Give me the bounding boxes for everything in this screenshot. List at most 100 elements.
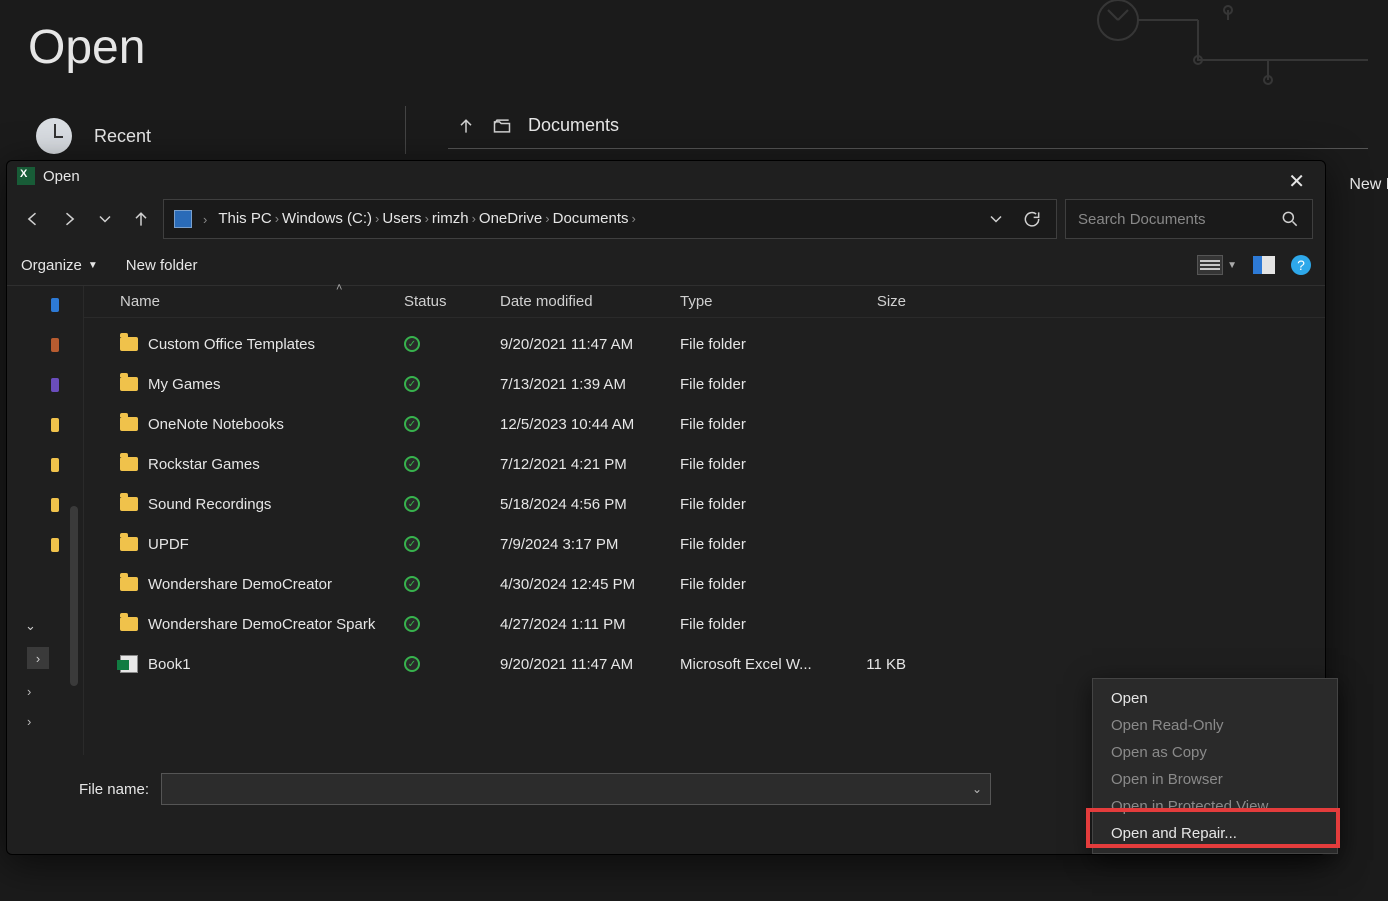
sync-ok-icon: ✓ <box>404 536 420 552</box>
file-row[interactable]: Sound Recordings✓5/18/2024 4:56 PMFile f… <box>84 484 1325 524</box>
file-row[interactable]: Wondershare DemoCreator Spark ✓ 4/27/2024 … <box>84 604 1325 644</box>
drive-icon <box>174 210 192 228</box>
col-status[interactable]: Status <box>404 293 500 310</box>
file-row[interactable]: Rockstar Games✓7/12/2021 4:21 PMFile fol… <box>84 444 1325 484</box>
file-name: My Games <box>148 376 221 393</box>
organize-button[interactable]: Organize▼ <box>21 257 98 274</box>
back-button[interactable] <box>19 205 47 233</box>
sync-ok-icon: ✓ <box>404 576 420 592</box>
clock-icon <box>36 118 72 154</box>
file-name: Sound Recordings <box>148 496 271 513</box>
file-type: File folder <box>680 536 828 553</box>
up-button[interactable] <box>127 205 155 233</box>
menu-item-open-and-repair[interactable]: Open and Repair... <box>1093 820 1337 847</box>
list-view-icon <box>1197 255 1223 275</box>
tree-expander-1[interactable]: › <box>27 684 31 699</box>
tree-collapse-icon[interactable]: ⌄ <box>25 618 36 634</box>
tree-item-stub[interactable] <box>51 298 59 312</box>
file-name-input[interactable]: ⌄ <box>161 773 991 805</box>
sync-ok-icon: ✓ <box>404 416 420 432</box>
folder-icon <box>120 417 138 431</box>
tree-item-stub[interactable] <box>51 418 59 432</box>
chevron-right-icon[interactable]: › <box>425 211 429 226</box>
search-input[interactable]: Search Documents <box>1065 199 1313 239</box>
file-date: 7/13/2021 1:39 AM <box>500 376 680 393</box>
file-type: File folder <box>680 616 828 633</box>
file-row[interactable]: Wondershare DemoCreator✓4/30/2024 12:45 … <box>84 564 1325 604</box>
chevron-right-icon[interactable]: › <box>472 211 476 226</box>
file-name: Wondershare DemoCreator Spark <box>148 616 375 633</box>
sync-ok-icon: ✓ <box>404 616 420 632</box>
file-date: 9/20/2021 11:47 AM <box>500 336 680 353</box>
col-name[interactable]: Name <box>84 293 404 310</box>
breadcrumb-segment[interactable]: This PC <box>218 210 271 227</box>
file-row[interactable]: My Games✓7/13/2021 1:39 AMFile folder <box>84 364 1325 404</box>
location-header[interactable]: Documents <box>456 115 619 136</box>
folder-icon <box>120 617 138 631</box>
menu-item-open-as-copy: Open as Copy <box>1093 739 1337 766</box>
file-name: Custom Office Templates <box>148 336 315 353</box>
dialog-titlebar[interactable]: Open <box>7 161 1325 191</box>
file-type: File folder <box>680 456 828 473</box>
refresh-button[interactable] <box>1018 205 1046 233</box>
preview-pane-button[interactable] <box>1253 256 1275 274</box>
menu-item-open[interactable]: Open <box>1093 685 1337 712</box>
file-row[interactable]: UPDF✓7/9/2024 3:17 PMFile folder <box>84 524 1325 564</box>
decorative-circuit <box>1068 0 1388 100</box>
tree-item-stub[interactable] <box>51 378 59 392</box>
file-date: 7/12/2021 4:21 PM <box>500 456 680 473</box>
column-headers[interactable]: ˄ Name Status Date modified Type Size <box>84 286 1325 318</box>
file-name: OneNote Notebooks <box>148 416 284 433</box>
recent-nav-item[interactable]: Recent <box>36 118 151 154</box>
col-size[interactable]: Size <box>828 293 924 310</box>
breadcrumb-segment[interactable]: rimzh <box>432 210 469 227</box>
file-type: Microsoft Excel W... <box>680 656 828 673</box>
sort-indicator-icon: ˄ <box>336 282 342 294</box>
close-button[interactable]: ✕ <box>1278 167 1315 196</box>
file-row[interactable]: Custom Office Templates ✓ 9/20/2021 11:47 … <box>84 324 1325 364</box>
forward-button[interactable] <box>55 205 83 233</box>
sync-ok-icon: ✓ <box>404 336 420 352</box>
scrollbar[interactable] <box>70 506 78 686</box>
breadcrumb-segment[interactable]: Windows (C:) <box>282 210 372 227</box>
breadcrumb-segment[interactable]: Users <box>382 210 421 227</box>
tree-item-stub[interactable] <box>51 538 59 552</box>
new-folder-button-backpage[interactable]: New Fol <box>1349 176 1388 194</box>
file-type: File folder <box>680 376 828 393</box>
col-date[interactable]: Date modified <box>500 293 680 310</box>
file-date: 9/20/2021 11:47 AM <box>500 656 680 673</box>
view-mode-button[interactable]: ▼ <box>1197 255 1237 275</box>
recent-locations-button[interactable] <box>91 205 119 233</box>
tree-item-stub[interactable] <box>51 458 59 472</box>
file-type: File folder <box>680 576 828 593</box>
file-date: 12/5/2023 10:44 AM <box>500 416 680 433</box>
new-folder-button[interactable]: New folder <box>126 257 198 274</box>
chevron-right-icon: › <box>203 212 207 227</box>
file-type: File folder <box>680 496 828 513</box>
address-dropdown[interactable] <box>982 205 1010 233</box>
chevron-right-icon[interactable]: › <box>545 211 549 226</box>
chevron-right-icon[interactable]: › <box>275 211 279 226</box>
location-underline <box>448 142 1368 149</box>
up-arrow-icon <box>456 116 476 136</box>
chevron-right-icon[interactable]: › <box>375 211 379 226</box>
col-type[interactable]: Type <box>680 293 828 310</box>
tree-expander-2[interactable]: › <box>27 714 31 729</box>
breadcrumb-segment[interactable]: OneDrive <box>479 210 542 227</box>
sync-ok-icon: ✓ <box>404 496 420 512</box>
breadcrumb-segment[interactable]: Documents <box>553 210 629 227</box>
location-label: Documents <box>528 115 619 136</box>
tree-expand-button[interactable]: › <box>27 647 49 669</box>
tree-item-stub[interactable] <box>51 498 59 512</box>
recent-label: Recent <box>94 126 151 147</box>
tree-item-stub[interactable] <box>51 338 59 352</box>
file-row[interactable]: OneNote Notebooks✓12/5/2023 10:44 AMFile… <box>84 404 1325 444</box>
vertical-separator <box>405 106 406 154</box>
excel-file-icon <box>120 655 138 673</box>
help-button[interactable]: ? <box>1291 255 1311 275</box>
file-date: 4/27/2024 1:11 PM <box>500 616 680 633</box>
menu-item-open-in-browser: Open in Browser <box>1093 766 1337 793</box>
file-name-dropdown-icon[interactable]: ⌄ <box>972 782 982 796</box>
chevron-right-icon[interactable]: › <box>632 211 636 226</box>
address-bar[interactable]: › This PC›Windows (C:)›Users›rimzh›OneDr… <box>163 199 1057 239</box>
